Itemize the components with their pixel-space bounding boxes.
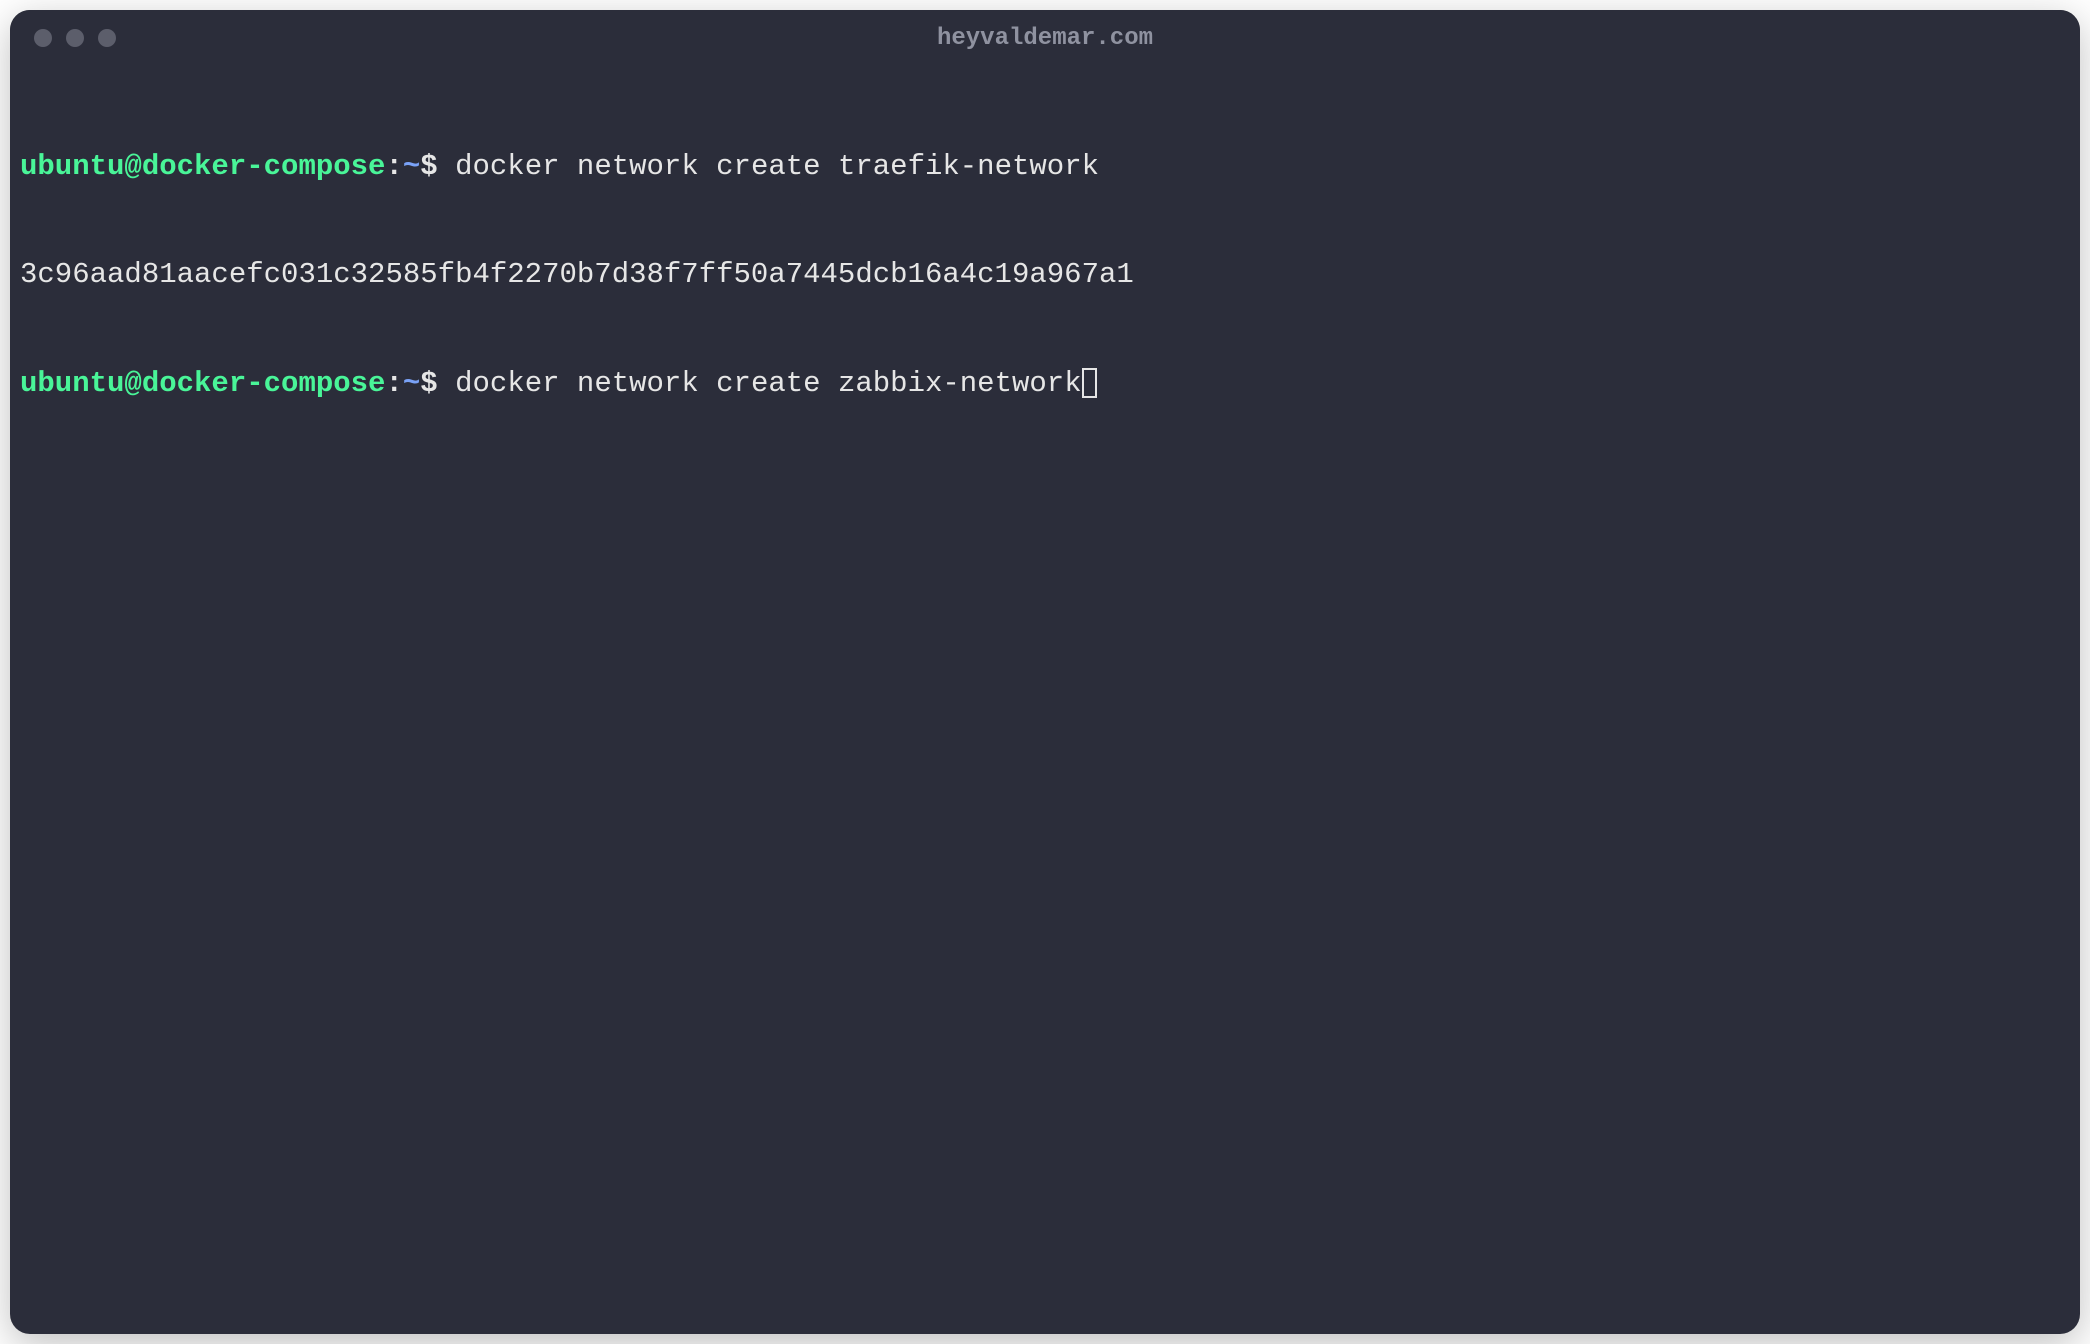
terminal-window: heyvaldemar.com ubuntu@docker-compose:~$… [10, 10, 2080, 1334]
command-text: docker network create traefik-network [438, 150, 1099, 183]
window-title: heyvaldemar.com [10, 25, 2080, 52]
prompt-colon: : [385, 150, 402, 183]
title-bar: heyvaldemar.com [10, 10, 2080, 66]
maximize-icon[interactable] [98, 29, 116, 47]
prompt-path: ~ [403, 150, 420, 183]
prompt-colon: : [385, 367, 402, 400]
terminal-line: ubuntu@docker-compose:~$ docker network … [20, 366, 2070, 402]
prompt-user-host: ubuntu@docker-compose [20, 367, 385, 400]
prompt-path: ~ [403, 367, 420, 400]
traffic-lights [10, 29, 116, 47]
cursor-icon [1082, 368, 1097, 398]
prompt-user-host: ubuntu@docker-compose [20, 150, 385, 183]
prompt-dollar: $ [420, 367, 437, 400]
close-icon[interactable] [34, 29, 52, 47]
minimize-icon[interactable] [66, 29, 84, 47]
terminal-body[interactable]: ubuntu@docker-compose:~$ docker network … [10, 66, 2080, 485]
command-text: docker network create zabbix-network [438, 367, 1082, 400]
prompt-dollar: $ [420, 150, 437, 183]
terminal-output: 3c96aad81aacefc031c32585fb4f2270b7d38f7f… [20, 257, 2070, 293]
terminal-line: ubuntu@docker-compose:~$ docker network … [20, 149, 2070, 185]
